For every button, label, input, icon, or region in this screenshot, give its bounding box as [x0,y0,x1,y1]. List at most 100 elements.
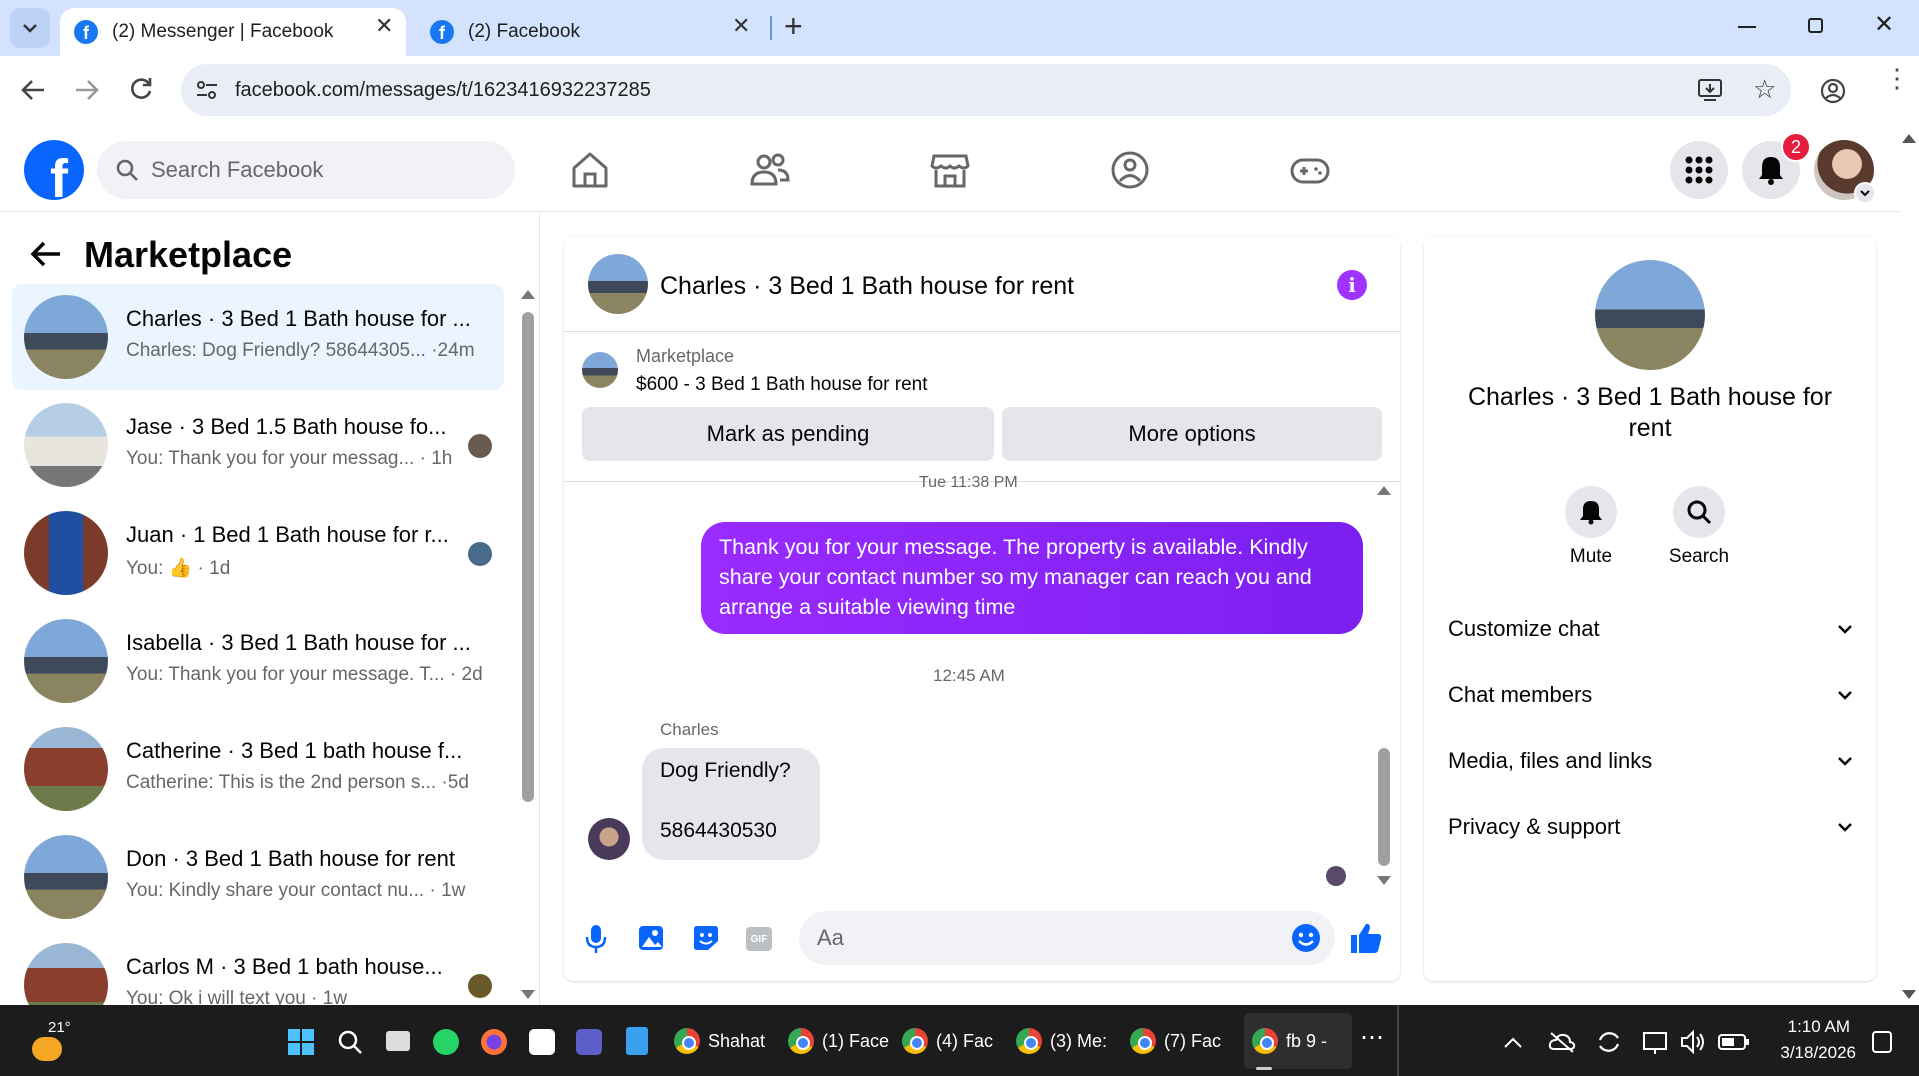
clock-date[interactable]: 3/18/2026 [1766,1043,1856,1063]
conversation-list-scrollbar[interactable] [522,312,534,802]
clock-time[interactable]: 1:10 AM [1770,1017,1850,1037]
conversation-list-panel: Marketplace Charles · 3 Bed 1 Bath house… [0,212,540,1005]
notification-center-icon[interactable] [1872,1031,1892,1053]
conversation-item[interactable]: Catherine · 3 Bed 1 bath house f... Cath… [12,716,504,822]
site-info-icon[interactable] [195,79,219,101]
close-window-button[interactable]: ✕ [1874,10,1894,39]
seen-avatar [468,974,492,998]
groups-icon[interactable] [1108,148,1152,192]
taskbar-chrome-app[interactable]: fb 9 - [1252,1027,1327,1055]
conversation-item[interactable]: Carlos M · 3 Bed 1 bath house... You: Ok… [12,932,504,1005]
tab-messenger[interactable]: f (2) Messenger | Facebook [60,8,406,56]
gaming-icon[interactable] [1288,148,1332,192]
task-view-icon[interactable] [386,1031,410,1051]
listing-title[interactable]: $600 - 3 Bed 1 Bath house for rent [636,374,928,396]
chat-avatar[interactable] [588,254,648,314]
more-apps-icon[interactable]: ⋯ [1360,1023,1384,1052]
chrome-icon [902,1028,928,1054]
chevron-up-icon[interactable] [1504,1037,1522,1048]
sender-avatar[interactable] [588,818,630,860]
scroll-down-arrow[interactable] [1377,876,1391,885]
windows-start-icon[interactable] [288,1029,314,1055]
gif-icon[interactable]: GIF [746,927,772,951]
listing-thumbnail[interactable] [582,352,618,388]
profile-icon[interactable] [1820,78,1846,104]
forward-arrow-icon[interactable] [74,78,100,102]
conversation-item[interactable]: Isabella · 3 Bed 1 Bath house for ... Yo… [12,608,504,714]
tab-search-button[interactable] [10,8,50,48]
incoming-message-bubble[interactable]: Dog Friendly? 5864430530 [642,748,820,860]
minimize-button[interactable] [1738,26,1756,28]
notification-badge: 2 [1781,132,1811,162]
active-app-indicator [1256,1067,1272,1070]
message-input[interactable]: Aa [799,911,1335,965]
photo-icon[interactable] [638,925,664,951]
firefox-icon[interactable] [481,1029,507,1055]
volume-icon[interactable] [1680,1029,1706,1055]
tab-title: (2) Messenger | Facebook [112,21,334,42]
facebook-logo-icon[interactable]: f [24,140,84,200]
back-arrow-icon[interactable] [20,78,46,102]
like-thumbs-up-icon[interactable] [1349,921,1383,955]
friends-icon[interactable] [748,148,792,192]
more-options-button[interactable]: More options [1002,407,1382,461]
mark-pending-button[interactable]: Mark as pending [582,407,994,461]
search-icon[interactable] [337,1029,363,1055]
chat-members-section[interactable]: Chat members [1448,682,1852,708]
browser-menu-icon[interactable]: ⋮ [1884,65,1910,91]
new-tab-button[interactable]: + [784,8,803,45]
chat-title[interactable]: Charles · 3 Bed 1 Bath house for rent [660,272,1074,301]
mute-button[interactable] [1565,486,1617,538]
emoji-icon[interactable] [1291,923,1321,953]
scroll-down-arrow[interactable] [521,990,535,999]
taskbar-chrome-app[interactable]: (1) Face [788,1027,889,1055]
page-scroll-up-arrow[interactable] [1902,134,1916,143]
marketplace-icon[interactable] [928,148,972,192]
app-icon[interactable] [529,1029,555,1055]
scroll-up-arrow[interactable] [521,290,535,299]
network-icon[interactable] [1642,1029,1668,1055]
home-icon[interactable] [568,148,612,192]
url-field[interactable]: facebook.com/messages/t/1623416932237285… [181,64,1791,116]
account-chevron-icon[interactable] [1854,182,1876,204]
chat-scrollbar[interactable] [1378,748,1390,866]
search-conversation-button[interactable] [1673,486,1725,538]
restore-button[interactable] [1808,18,1823,33]
back-arrow-icon[interactable] [30,240,62,268]
sync-icon[interactable] [1596,1029,1622,1055]
weather-sun-icon[interactable] [32,1037,62,1061]
tab-facebook[interactable]: f (2) Facebook [416,8,756,56]
search-facebook-input[interactable]: Search Facebook [97,141,515,199]
page-scroll-down-arrow[interactable] [1902,990,1916,999]
taskbar-chrome-app[interactable]: (3) Me: [1016,1027,1107,1055]
menu-grid-button[interactable] [1670,141,1728,199]
cloud-offline-icon[interactable] [1548,1031,1576,1053]
microphone-icon[interactable] [584,923,608,955]
whatsapp-icon[interactable] [433,1029,459,1055]
reload-icon[interactable] [128,76,154,102]
privacy-support-section[interactable]: Privacy & support [1448,814,1852,840]
close-tab-icon[interactable]: ✕ [375,13,393,39]
customize-chat-section[interactable]: Customize chat [1448,616,1852,642]
conversation-item[interactable]: Don · 3 Bed 1 Bath house for rent You: K… [12,824,504,930]
conversation-preview: Charles: Dog Friendly? 58644305... ·24m [126,340,475,361]
notepad-icon[interactable] [626,1027,648,1055]
close-tab-icon[interactable]: ✕ [732,13,750,39]
info-icon[interactable]: i [1337,270,1367,300]
media-files-links-section[interactable]: Media, files and links [1448,748,1852,774]
bookmark-star-icon[interactable]: ☆ [1753,74,1776,105]
conversation-item[interactable]: Charles · 3 Bed 1 Bath house for ... Cha… [12,284,504,390]
teams-icon[interactable] [576,1029,602,1055]
conversation-item[interactable]: Juan · 1 Bed 1 Bath house for r... You: … [12,500,504,606]
battery-icon[interactable] [1718,1033,1750,1051]
taskbar-chrome-app[interactable]: Shahat [674,1027,765,1055]
facebook-favicon-icon: f [74,20,98,44]
scroll-up-arrow[interactable] [1377,486,1391,495]
sticker-icon[interactable] [692,925,720,951]
conversation-item[interactable]: Jase · 3 Bed 1.5 Bath house fo... You: T… [12,392,504,498]
taskbar-chrome-app[interactable]: (4) Fac [902,1027,993,1055]
install-app-icon[interactable] [1697,78,1723,102]
details-avatar[interactable] [1595,260,1705,370]
outgoing-message-bubble[interactable]: Thank you for your message. The property… [701,522,1363,634]
taskbar-chrome-app[interactable]: (7) Fac [1130,1027,1221,1055]
